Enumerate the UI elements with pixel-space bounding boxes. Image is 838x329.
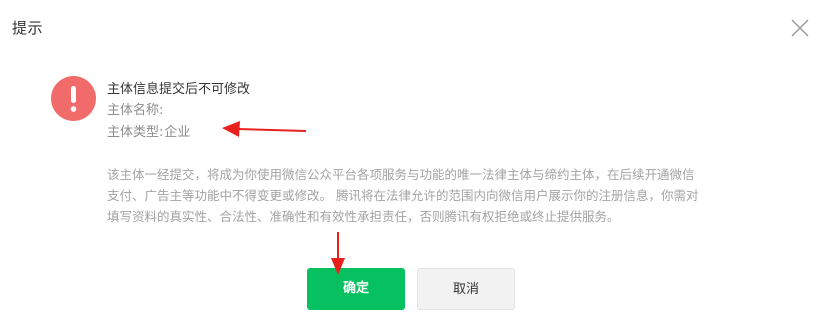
entity-name-label: 主体名称:	[107, 103, 164, 118]
arrow-to-entity-type	[222, 121, 307, 137]
entity-type-value: 企业	[164, 125, 191, 140]
description-line: 支付、广告主等功能中不得变更或修改。 腾讯将在法律允许的范围内向微信用户展示你的…	[107, 188, 699, 203]
exclamation-icon	[51, 76, 96, 121]
confirm-button[interactable]: 确定	[307, 268, 405, 310]
info-title: 主体信息提交后不可修改	[107, 82, 251, 97]
cancel-button[interactable]: 取消	[417, 268, 515, 310]
dialog-title: 提示	[12, 19, 44, 37]
description-line: 填写资料的真实性、合法性、准确性和有效性承担责任，否则腾讯有权拒绝或终止提供服务…	[107, 209, 620, 224]
close-icon[interactable]	[789, 17, 811, 39]
prompt-dialog: 提示 主体信息提交后不可修改 主体名称: 主体类型:企业 该主体一经提交，将成为…	[0, 0, 838, 329]
description-text: 该主体一经提交，将成为你使用微信公众平台各项服务与功能的唯一法律主体与缔约主体，…	[107, 164, 777, 227]
entity-type-label: 主体类型:	[107, 125, 164, 140]
entity-type-row: 主体类型:企业	[107, 121, 190, 140]
entity-name-row: 主体名称:	[107, 99, 164, 118]
description-line: 该主体一经提交，将成为你使用微信公众平台各项服务与功能的唯一法律主体与缔约主体，…	[107, 167, 695, 182]
